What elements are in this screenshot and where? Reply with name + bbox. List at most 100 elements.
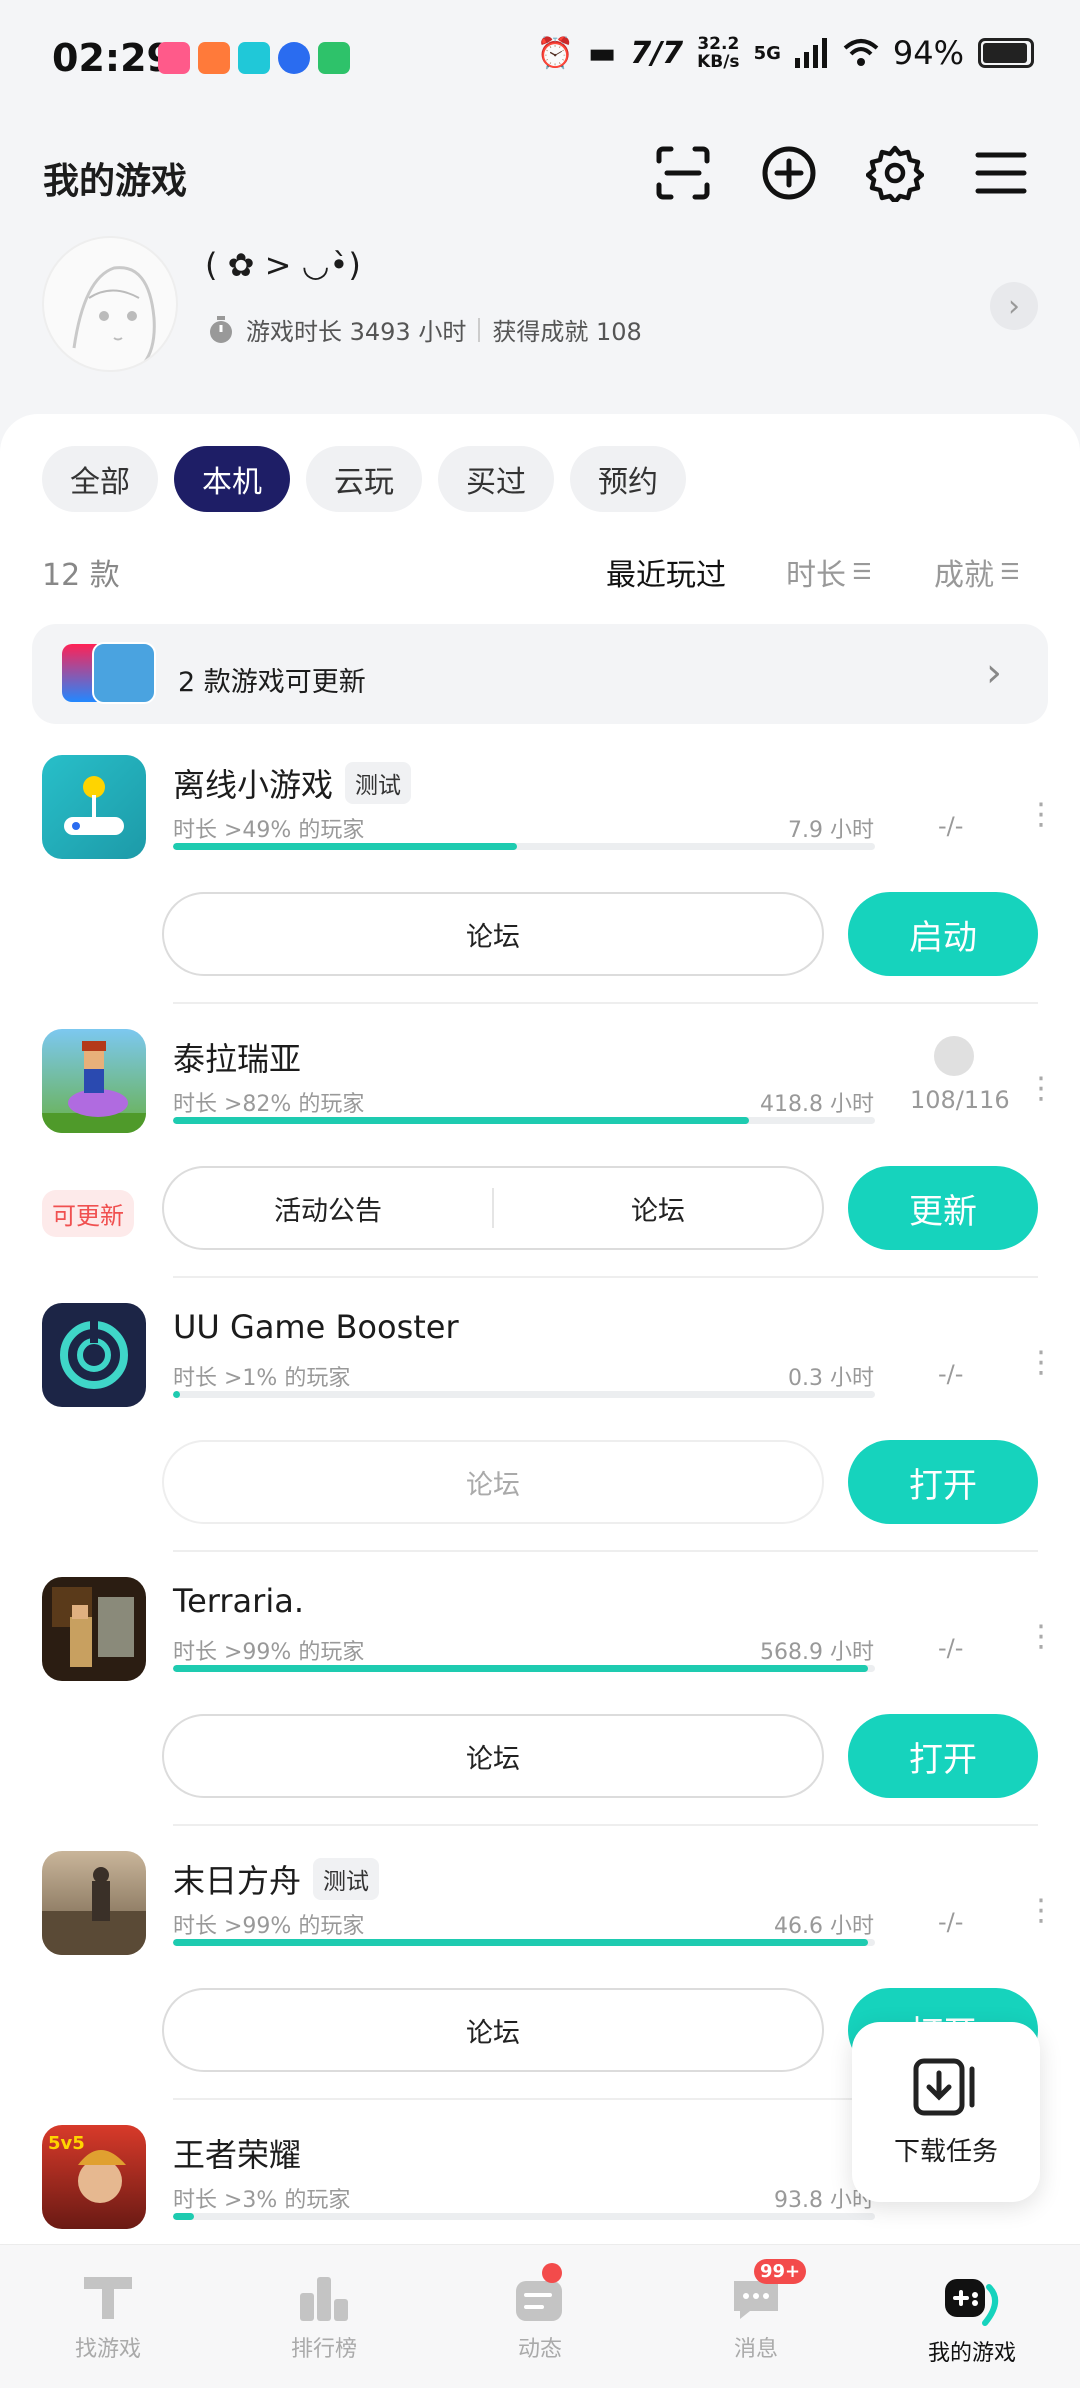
bottom-tab-bar: 找游戏 排行榜 动态 消息 99+ 我的游戏 (0, 2244, 1080, 2388)
tab-find-games[interactable]: 找游戏 (0, 2245, 216, 2388)
sort-achievement[interactable]: 成就 ☰ (934, 550, 1020, 594)
achievement-progress: -/- (938, 1908, 964, 1936)
forum-button-label: 论坛 (466, 921, 520, 953)
duration-percentile: 时长 >49% 的玩家 (173, 818, 365, 843)
forum-button-label: 论坛 (466, 1469, 520, 1501)
announcement-button[interactable]: 活动公告 (164, 1189, 492, 1228)
game-name: 泰拉瑞亚 (173, 1040, 302, 1078)
play-hours: 7.9 小时 (788, 818, 874, 843)
achievement-progress: 108/116 (910, 1086, 1010, 1114)
tap-app-icon (238, 42, 270, 74)
game-icon-terraria[interactable] (42, 1577, 146, 1681)
game-name: Terraria. (173, 1582, 304, 1620)
more-options-icon[interactable]: ⋮ (1026, 1622, 1056, 1652)
forum-button: 论坛 (162, 1440, 824, 1524)
chip-all[interactable]: 全部 (42, 446, 158, 512)
app-notification-icon (158, 42, 190, 74)
tab-ranking[interactable]: 排行榜 (216, 2245, 432, 2388)
avatar[interactable] (42, 236, 178, 372)
duration-bar-fill (173, 2213, 195, 2220)
duration-percentile: 时长 >99% 的玩家 (173, 1640, 365, 1665)
tab-label: 我的游戏 (927, 2341, 1016, 2366)
forum-button[interactable]: 论坛 (162, 892, 824, 976)
forum-button[interactable]: 论坛 (162, 1714, 824, 1798)
update-button[interactable]: 更新 (848, 1166, 1038, 1250)
duration-percentile: 时长 >82% 的玩家 (173, 1092, 365, 1117)
sort-duration[interactable]: 时长 ☰ (786, 550, 872, 594)
game-name: 王者荣耀 (173, 2136, 302, 2174)
game-icon-uu-booster[interactable] (42, 1303, 146, 1407)
duration-bar (173, 843, 875, 850)
play-hours: 418.8 小时 (760, 1092, 874, 1117)
chevron-right-icon: › (986, 650, 1002, 696)
filter-chips: 全部 本机 云玩 买过 预约 (42, 446, 686, 512)
more-options-icon[interactable]: ⋮ (1026, 1348, 1056, 1378)
open-button[interactable]: 打开 (848, 1440, 1038, 1524)
game-icon-doomsday-ark[interactable] (42, 1851, 146, 1955)
nickname: ( ✿ > ◡•̀) (205, 246, 361, 284)
play-hours: 0.3 小时 (788, 1366, 874, 1391)
page-title: 我的游戏 (43, 161, 188, 202)
menu-icon[interactable] (966, 138, 1036, 208)
stopwatch-icon (210, 315, 232, 343)
app-notification-icon (278, 42, 310, 74)
feed-icon (516, 2281, 562, 2321)
duration-bar (173, 1391, 875, 1398)
divider (173, 1824, 1038, 1826)
more-options-icon[interactable]: ⋮ (1026, 800, 1056, 830)
forum-button[interactable]: 论坛 (162, 1988, 824, 2072)
update-banner-text: 2 款游戏可更新 (178, 667, 366, 698)
game-title-row: 末日方舟 测试 (173, 1856, 380, 1902)
game-icon-offline[interactable] (42, 755, 146, 859)
tab-label: 消息 (733, 2337, 778, 2362)
achievement-medal-icon (934, 1036, 974, 1076)
game-icon-honor-of-kings[interactable]: 5v5 (42, 2125, 146, 2229)
chip-purchased[interactable]: 买过 (438, 446, 554, 512)
game-title-row: 离线小游戏 测试 (173, 760, 412, 806)
battery-percent: 94% (892, 34, 964, 72)
game-name: 离线小游戏 (173, 766, 334, 804)
profile-chevron-right-icon[interactable]: › (990, 282, 1038, 330)
duration-bar-fill (173, 843, 517, 850)
play-time: 游戏时长 3493 小时 (246, 318, 467, 346)
tab-my-games[interactable]: 我的游戏 (864, 2245, 1080, 2388)
network-type: 5G (753, 42, 781, 64)
signal-icon (794, 38, 827, 68)
tab-messages[interactable]: 消息 99+ (648, 2245, 864, 2388)
duration-bar-fill (173, 1117, 749, 1124)
net-speed: 32.2 KB/s (697, 35, 739, 71)
sort-recent[interactable]: 最近玩过 (606, 550, 726, 594)
feed-dot-badge (542, 2263, 562, 2283)
find-games-icon (84, 2277, 132, 2319)
gear-icon[interactable] (860, 138, 930, 208)
game-name: UU Game Booster (173, 1308, 459, 1346)
launch-button[interactable]: 启动 (848, 892, 1038, 976)
more-options-icon[interactable]: ⋮ (1026, 1074, 1056, 1104)
status-bar: 02:29 ⏰ ▬ 7/7 32.2 KB/s 5G 94% (0, 0, 1080, 118)
chip-cloud[interactable]: 云玩 (306, 446, 422, 512)
game-count: 12 款 (42, 558, 120, 593)
battery-icon (978, 38, 1034, 68)
open-button[interactable]: 打开 (848, 1714, 1038, 1798)
status-right: ⏰ ▬ 7/7 32.2 KB/s 5G 94% (537, 34, 1034, 72)
more-options-icon[interactable]: ⋮ (1026, 1896, 1056, 1926)
chip-local[interactable]: 本机 (174, 446, 290, 512)
duration-bar-fill (173, 1391, 181, 1398)
sort-icon: ☰ (852, 559, 872, 585)
divider (173, 1002, 1038, 1004)
add-icon[interactable] (754, 138, 824, 208)
forum-button[interactable]: 论坛 (494, 1189, 822, 1228)
download-tasks-button[interactable]: 下载任务 (852, 2022, 1040, 2202)
net-speed-unit: KB/s (697, 52, 740, 72)
tab-feed[interactable]: 动态 (432, 2245, 648, 2388)
chip-reserved[interactable]: 预约 (570, 446, 686, 512)
duration-percentile: 时长 >1% 的玩家 (173, 1366, 351, 1391)
my-games-icon (945, 2279, 998, 2326)
app-notification-icon (198, 42, 230, 74)
svg-text:5v5: 5v5 (48, 2133, 85, 2154)
game-icon-terraria-cn[interactable] (42, 1029, 146, 1133)
ranking-icon (300, 2277, 348, 2321)
test-tag: 测试 (313, 1858, 380, 1900)
scan-icon[interactable] (648, 138, 718, 208)
duration-bar (173, 1939, 875, 1946)
